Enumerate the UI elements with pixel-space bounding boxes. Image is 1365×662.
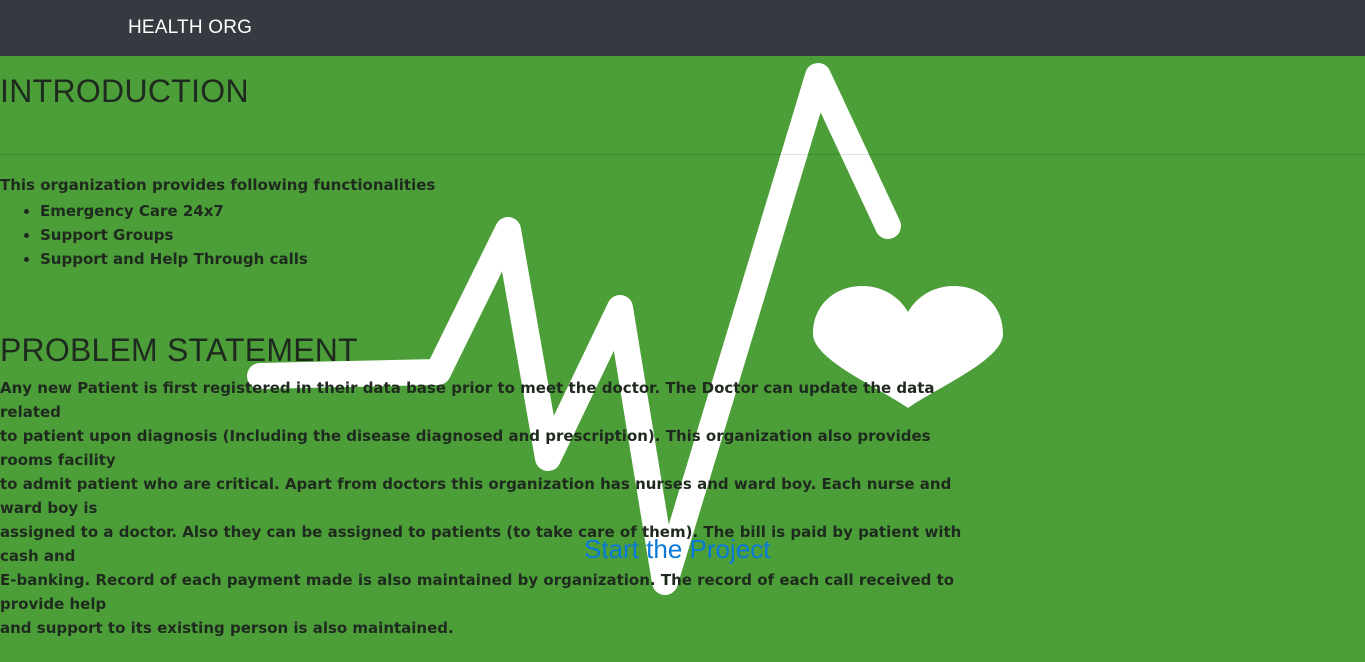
problem-line: assigned to a doctor. Also they can be a… xyxy=(0,523,962,565)
feature-item: Emergency Care 24x7 xyxy=(40,199,308,223)
introduction-heading: INTRODUCTION xyxy=(0,73,249,109)
problem-line: and support to its existing person is al… xyxy=(0,619,454,637)
start-project-link[interactable]: Start the Project xyxy=(584,534,770,565)
problem-line: to patient upon diagnosis (Including the… xyxy=(0,427,931,469)
divider xyxy=(0,154,1365,155)
problem-line: to admit patient who are critical. Apart… xyxy=(0,475,952,517)
main-content: INTRODUCTION This organization provides … xyxy=(0,56,1365,662)
problem-line: Any new Patient is first registered in t… xyxy=(0,379,935,421)
functionalities-lead: This organization provides following fun… xyxy=(0,176,436,194)
features-list: Emergency Care 24x7 Support Groups Suppo… xyxy=(0,199,308,271)
problem-statement-heading: PROBLEM STATEMENT xyxy=(0,332,358,368)
problem-line: E-banking. Record of each payment made i… xyxy=(0,571,955,613)
problem-statement-text: Any new Patient is first registered in t… xyxy=(0,376,980,640)
feature-item: Support Groups xyxy=(40,223,308,247)
feature-item: Support and Help Through calls xyxy=(40,247,308,271)
